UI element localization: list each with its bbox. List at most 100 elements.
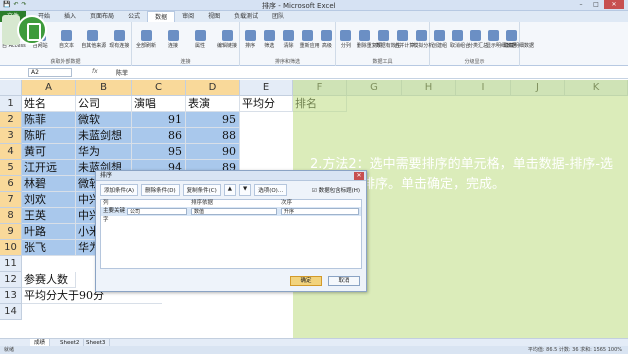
- cell[interactable]: 微软: [76, 112, 132, 128]
- row-header[interactable]: 10: [0, 240, 22, 256]
- cell[interactable]: 陈菲: [22, 112, 76, 128]
- row-header[interactable]: 7: [0, 192, 22, 208]
- ribbon-button[interactable]: 清除: [280, 30, 296, 49]
- cell[interactable]: 平均分: [240, 96, 293, 112]
- cell[interactable]: 未蓝剑想: [76, 128, 132, 144]
- ribbon-button[interactable]: 分列: [338, 30, 354, 49]
- formula-input[interactable]: 陈菲: [116, 68, 128, 77]
- cell[interactable]: 95: [132, 144, 186, 160]
- dialog-close-button[interactable]: ✕: [354, 172, 364, 180]
- name-box[interactable]: A2: [28, 68, 72, 77]
- ribbon-button[interactable]: 隐藏明细数据: [504, 30, 534, 49]
- column-header-D[interactable]: D: [186, 80, 240, 96]
- row-header[interactable]: 1: [0, 96, 22, 112]
- row-header[interactable]: 3: [0, 128, 22, 144]
- cell[interactable]: 95: [186, 112, 240, 128]
- cell[interactable]: 张飞: [22, 240, 76, 256]
- row-header[interactable]: 4: [0, 144, 22, 160]
- sort-basis-select[interactable]: 数值: [191, 208, 277, 215]
- column-header-B[interactable]: B: [76, 80, 132, 96]
- row-header[interactable]: 9: [0, 224, 22, 240]
- ribbon-button[interactable]: 排序: [242, 30, 258, 49]
- row-header[interactable]: 2: [0, 112, 22, 128]
- ribbon-button[interactable]: 属性: [188, 30, 212, 49]
- header-checkbox[interactable]: ☑ 数据包含标题(H): [312, 186, 360, 194]
- ribbon-button[interactable]: 连接: [161, 30, 185, 49]
- ribbon-tab[interactable]: 视图: [201, 11, 227, 22]
- cell[interactable]: 林碧: [22, 176, 76, 192]
- ribbon-tab[interactable]: 公式: [121, 11, 147, 22]
- select-all-corner[interactable]: [0, 80, 22, 96]
- cell[interactable]: 参赛人数: [22, 272, 76, 288]
- ribbon-tab[interactable]: 插入: [57, 11, 83, 22]
- ribbon-button[interactable]: 编辑链接: [215, 30, 239, 49]
- column-header-A[interactable]: A: [22, 80, 76, 96]
- cell[interactable]: 88: [186, 128, 240, 144]
- cell[interactable]: 90: [186, 144, 240, 160]
- add-level-button[interactable]: 添加条件(A): [100, 184, 139, 196]
- cell[interactable]: 黄可: [22, 144, 76, 160]
- close-button[interactable]: ✕: [604, 0, 624, 9]
- ribbon-button[interactable]: 数据有效性: [376, 30, 401, 49]
- cell[interactable]: 91: [132, 112, 186, 128]
- cell[interactable]: 华为: [76, 144, 132, 160]
- ribbon-button-icon: [470, 30, 481, 41]
- cell[interactable]: 姓名: [22, 96, 76, 112]
- ribbon-button[interactable]: 自其他来源: [81, 30, 106, 49]
- ok-button[interactable]: 确定: [290, 276, 322, 286]
- ribbon-button[interactable]: 合并计算: [394, 30, 414, 49]
- column-header-E[interactable]: E: [240, 80, 293, 96]
- copy-level-button[interactable]: 复制条件(C): [182, 184, 221, 196]
- ribbon-tab[interactable]: 团队: [265, 11, 291, 22]
- ribbon-tab[interactable]: 数据: [147, 11, 176, 22]
- cell[interactable]: 刘欢: [22, 192, 76, 208]
- maximize-button[interactable]: □: [589, 0, 603, 9]
- cell[interactable]: 江开远: [22, 160, 76, 176]
- row-header[interactable]: 5: [0, 160, 22, 176]
- cell[interactable]: 86: [132, 128, 186, 144]
- row-header[interactable]: 6: [0, 176, 22, 192]
- ribbon-tab[interactable]: 审阅: [175, 11, 201, 22]
- cell[interactable]: 公司: [76, 96, 132, 112]
- column-header-C[interactable]: C: [132, 80, 186, 96]
- cell[interactable]: 表演: [186, 96, 240, 112]
- ribbon-button[interactable]: 重新应用: [300, 30, 320, 49]
- fx-icon[interactable]: fx: [92, 68, 98, 75]
- window-title: 排序 - Microsoft Excel: [262, 2, 336, 10]
- sort-key-select[interactable]: 公司: [127, 208, 187, 215]
- undo-icon[interactable]: ↶: [13, 1, 18, 8]
- row-header[interactable]: 8: [0, 208, 22, 224]
- move-down-button[interactable]: ▼: [238, 184, 252, 196]
- redo-icon[interactable]: ↷: [22, 1, 27, 8]
- ribbon-tab[interactable]: 负载测试: [227, 11, 265, 22]
- ribbon-button[interactable]: 分类汇总: [468, 30, 488, 49]
- ribbon-button[interactable]: 高级: [319, 30, 335, 49]
- row-header[interactable]: 11: [0, 256, 22, 272]
- cell[interactable]: 陈昕: [22, 128, 76, 144]
- ribbon-button[interactable]: 现有连接: [108, 30, 131, 49]
- cell[interactable]: 王英: [22, 208, 76, 224]
- ribbon-button[interactable]: 取消组合: [450, 30, 470, 49]
- save-icon[interactable]: 💾: [3, 1, 10, 8]
- ribbon-button-icon: [340, 30, 352, 41]
- row-header[interactable]: 13: [0, 288, 22, 304]
- ribbon-button[interactable]: 筛选: [261, 30, 277, 49]
- cell[interactable]: 演唱: [132, 96, 186, 112]
- ribbon-button[interactable]: 全部刷新: [134, 30, 158, 49]
- move-up-button[interactable]: ▲: [223, 184, 236, 196]
- row-header[interactable]: 14: [0, 304, 22, 320]
- cancel-button[interactable]: 取消: [328, 276, 360, 286]
- ribbon-tab[interactable]: 页面布局: [83, 11, 121, 22]
- sort-order-select[interactable]: 升序: [281, 208, 359, 215]
- delete-level-button[interactable]: 删除条件(D): [141, 184, 180, 196]
- minimize-button[interactable]: –: [574, 0, 588, 9]
- ribbon-button[interactable]: 创建组: [432, 30, 447, 49]
- ribbon-button[interactable]: 模拟分析: [413, 30, 433, 49]
- sort-level-row[interactable]: 主要关键字 公司 数值 升序: [101, 207, 361, 223]
- options-button[interactable]: 选项(O)...: [254, 184, 288, 196]
- ribbon-button[interactable]: 删除重复项: [357, 30, 382, 49]
- row-header[interactable]: 12: [0, 272, 22, 288]
- ribbon-button[interactable]: 自文本: [55, 30, 78, 49]
- ribbon-button[interactable]: 显示明细数据: [486, 30, 516, 49]
- cell[interactable]: 叶路: [22, 224, 76, 240]
